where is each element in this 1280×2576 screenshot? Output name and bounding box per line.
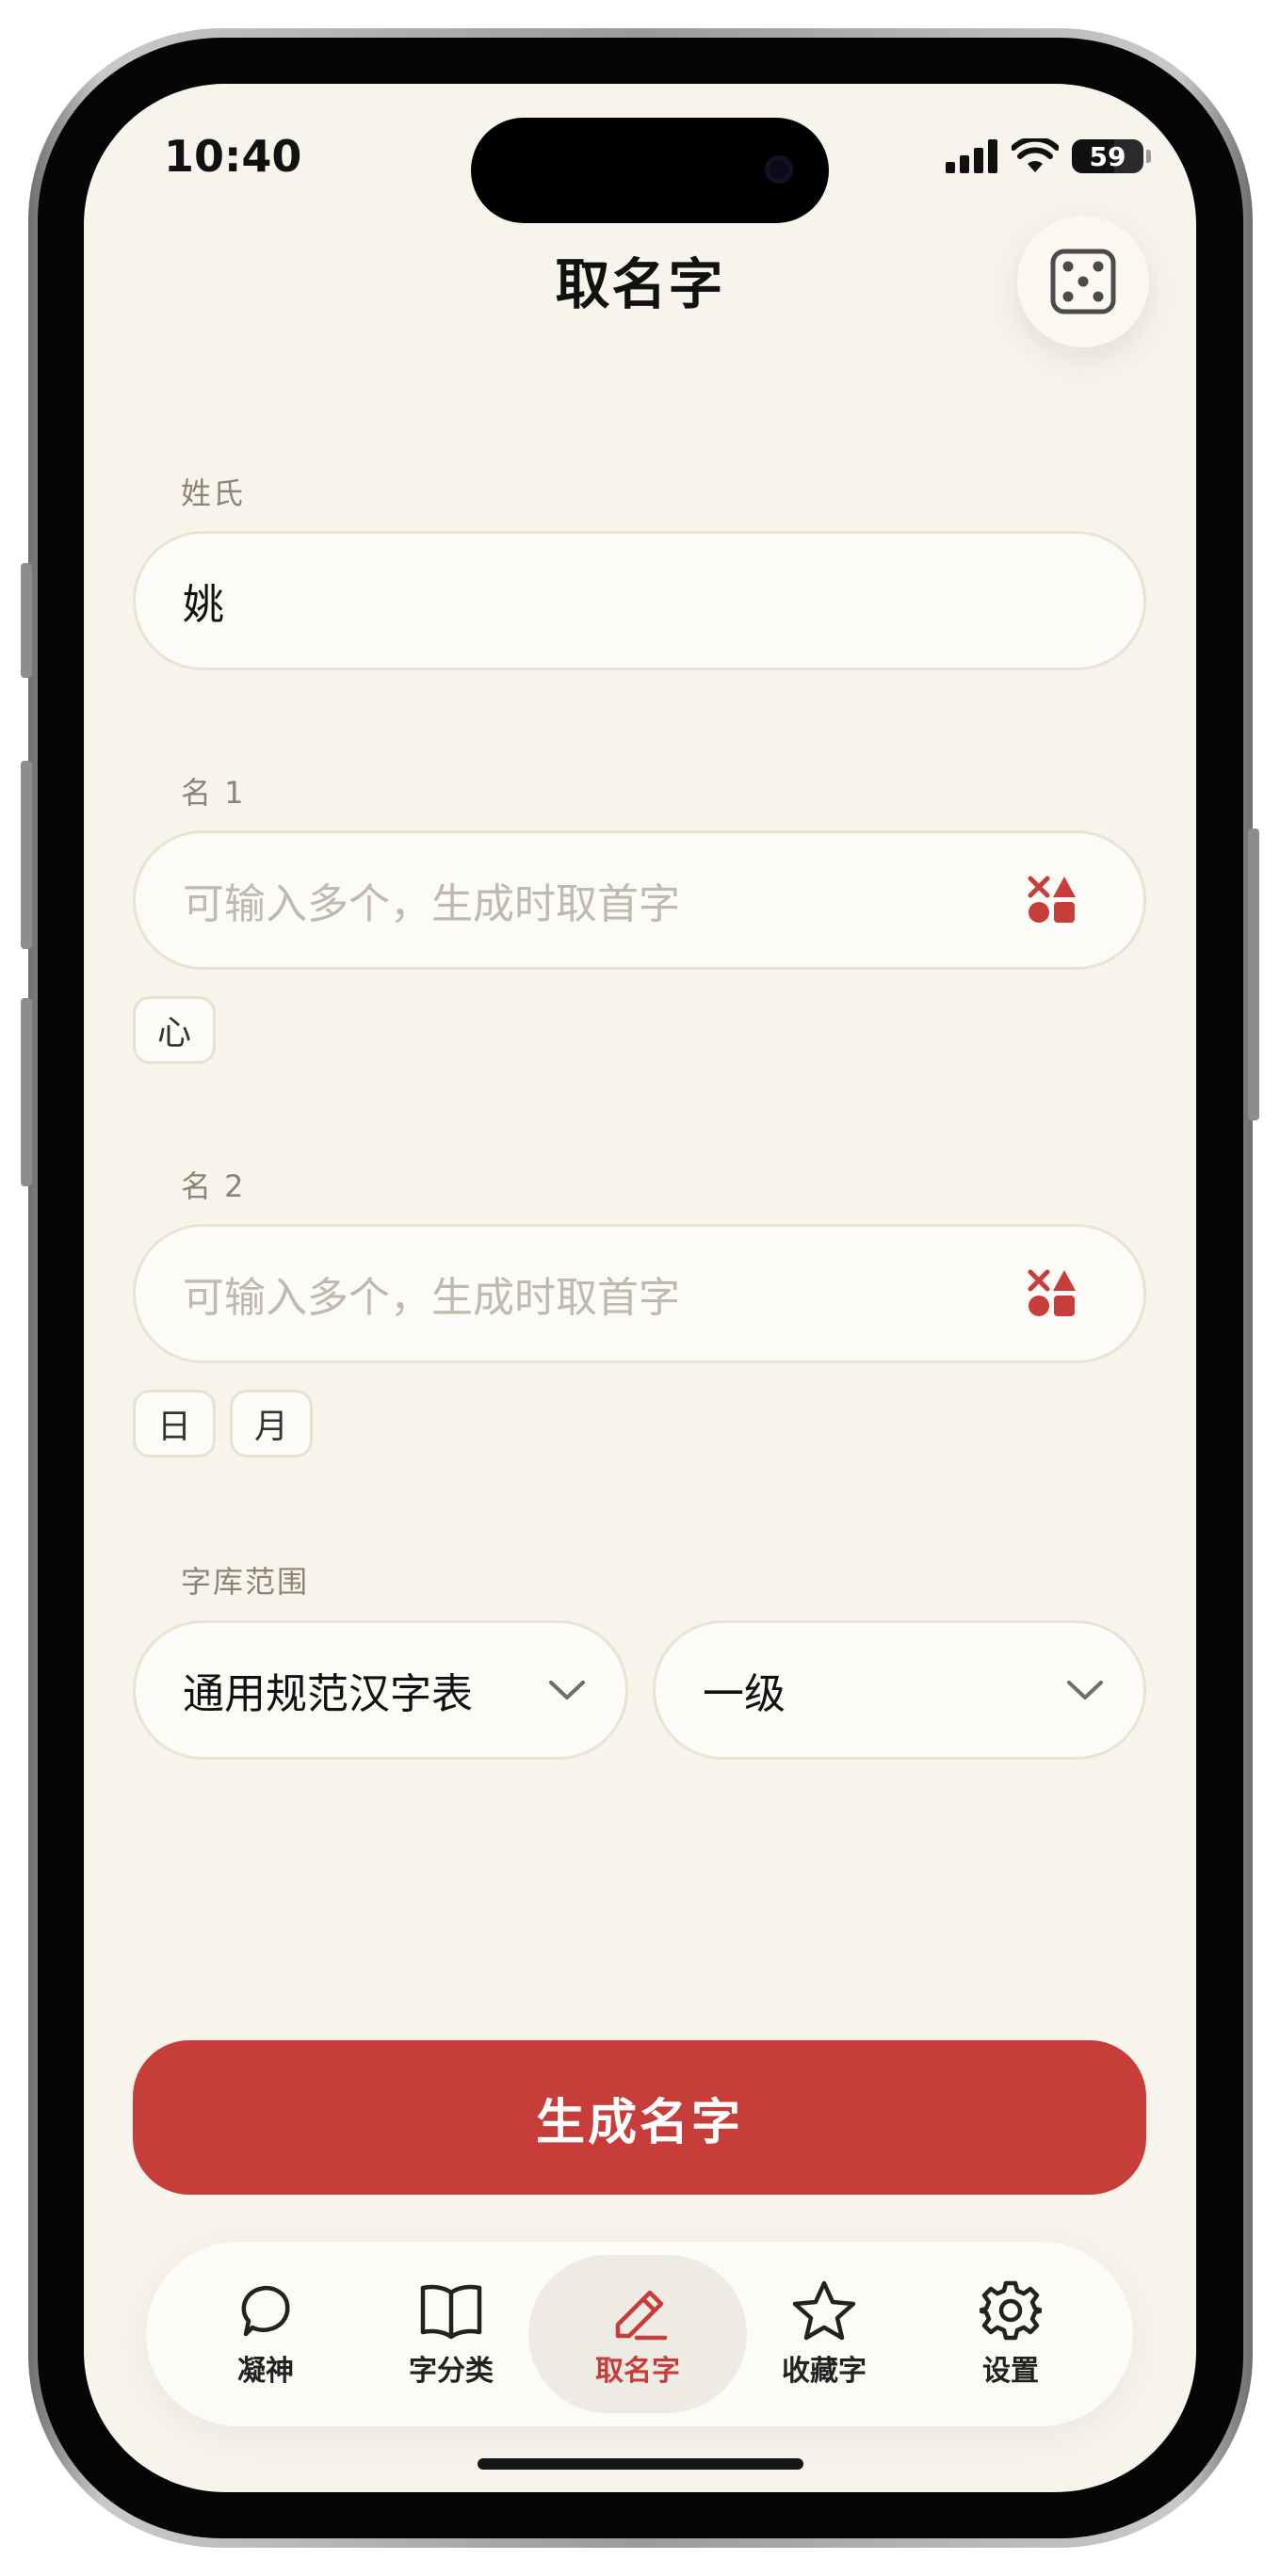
side-button-power (1248, 829, 1259, 1120)
home-indicator (478, 2458, 803, 2470)
charset-table-select[interactable]: 通用规范汉字表 (133, 1620, 628, 1760)
name2-label: 名 2 (181, 1168, 246, 1204)
surname-label: 姓氏 (181, 475, 246, 511)
tab-label: 取名字 (595, 2355, 680, 2388)
battery-cap (1146, 150, 1151, 163)
cellular-signal-icon (946, 139, 997, 173)
shapes-icon[interactable] (1027, 1268, 1077, 1319)
name1-input[interactable]: 可输入多个，生成时取首字 (133, 830, 1146, 970)
wifi-icon (1012, 138, 1059, 172)
side-button-volume-down (21, 998, 32, 1186)
bottom-tab-bar: 凝神 字分类 取名字 收藏字 设置 (146, 2242, 1133, 2426)
side-button-action (21, 563, 32, 678)
status-indicators: 59 (946, 138, 1151, 174)
surname-value: 姚 (183, 581, 224, 629)
tab-settings[interactable]: 设置 (918, 2242, 1103, 2426)
charset-level-select[interactable]: 一级 (653, 1620, 1146, 1760)
charset-table-value: 通用规范汉字表 (183, 1670, 473, 1718)
generate-name-button[interactable]: 生成名字 (133, 2040, 1146, 2195)
tab-label: 字分类 (409, 2355, 494, 2388)
name2-placeholder: 可输入多个，生成时取首字 (183, 1274, 680, 1322)
open-book-icon (420, 2284, 482, 2340)
chevron-down-icon (549, 1681, 585, 1699)
shapes-icon[interactable] (1027, 875, 1077, 926)
dynamic-island (471, 118, 829, 223)
front-camera (765, 155, 793, 184)
tab-naming[interactable]: 取名字 (545, 2242, 730, 2426)
battery-indicator: 59 (1072, 139, 1143, 173)
star-icon (792, 2280, 856, 2341)
name2-input[interactable]: 可输入多个，生成时取首字 (133, 1224, 1146, 1363)
name1-label: 名 1 (181, 775, 246, 811)
chevron-down-icon (1067, 1681, 1103, 1699)
tab-focus[interactable]: 凝神 (173, 2242, 358, 2426)
name2-chip[interactable]: 日 (133, 1390, 216, 1457)
battery-percentage: 59 (1089, 140, 1126, 172)
dice-five-icon (1050, 249, 1116, 314)
name2-chip[interactable]: 月 (230, 1390, 313, 1457)
app-screen: 10:40 59 取名字 姓氏 姚 名 1 可输入多个，生成时取首字 心 名 2… (84, 84, 1196, 2492)
name1-chip[interactable]: 心 (133, 996, 216, 1064)
status-time: 10:40 (164, 131, 302, 182)
charset-label: 字库范围 (181, 1564, 310, 1600)
tab-label: 设置 (982, 2355, 1039, 2388)
speech-bubble-icon (241, 2285, 290, 2337)
pencil-icon (615, 2290, 668, 2341)
side-button-volume-up (21, 761, 32, 949)
name1-placeholder: 可输入多个，生成时取首字 (183, 880, 680, 928)
random-dice-button[interactable] (1017, 216, 1149, 347)
tab-favorites[interactable]: 收藏字 (732, 2242, 916, 2426)
gear-icon (980, 2280, 1042, 2341)
tab-label: 凝神 (237, 2355, 294, 2388)
surname-input[interactable]: 姚 (133, 531, 1146, 670)
charset-level-value: 一级 (703, 1670, 786, 1718)
tab-categories[interactable]: 字分类 (359, 2242, 543, 2426)
tab-label: 收藏字 (782, 2355, 867, 2388)
